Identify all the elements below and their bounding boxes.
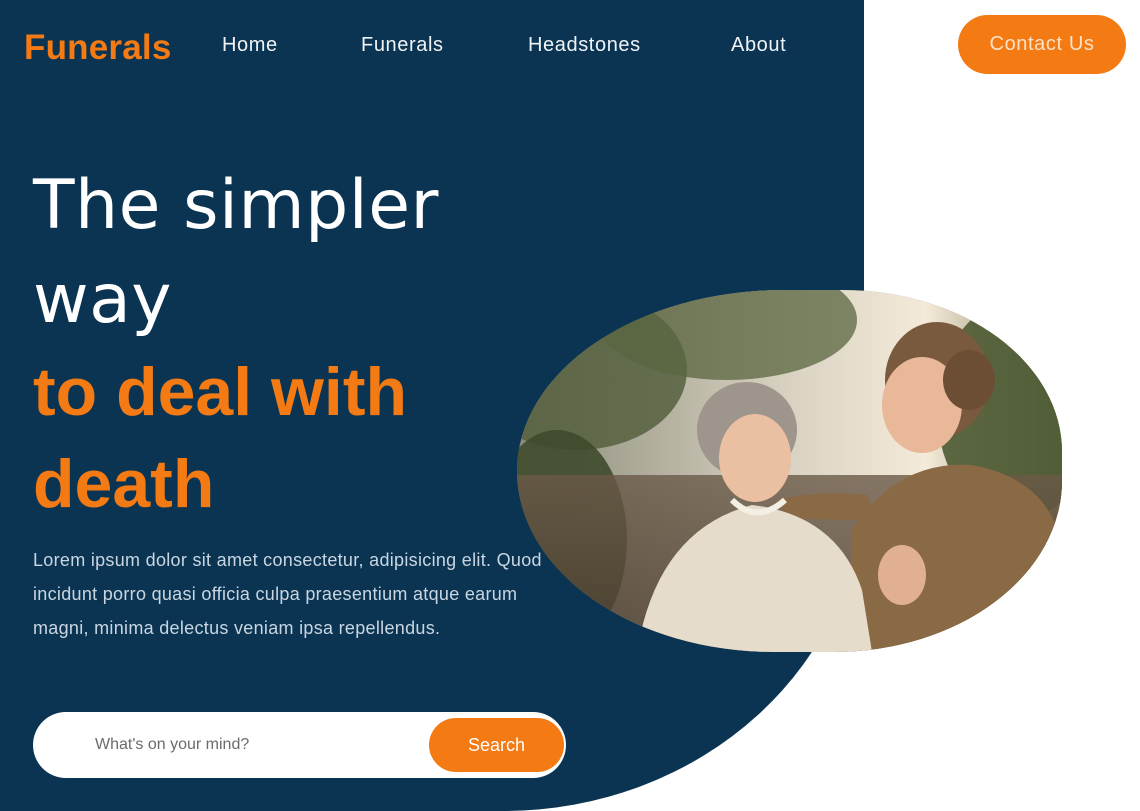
nav-about[interactable]: About: [731, 34, 786, 57]
contact-us-button[interactable]: Contact Us: [958, 15, 1126, 74]
nav-home[interactable]: Home: [222, 34, 278, 57]
search-input[interactable]: [95, 712, 425, 778]
nav-headstones[interactable]: Headstones: [528, 34, 641, 57]
hero-heading-line-4: death: [33, 446, 215, 522]
hero-photo-illustration: [517, 290, 1062, 652]
hero-heading-line-3: to deal with: [33, 354, 407, 430]
search-bar: Search: [33, 712, 566, 778]
hero-heading-line-2: way: [33, 260, 173, 339]
hero-heading-line-1: The simpler: [33, 166, 439, 245]
hero-description: Lorem ipsum dolor sit amet consectetur, …: [33, 550, 542, 638]
hero-photo: [517, 290, 1062, 652]
search-button[interactable]: Search: [429, 718, 564, 772]
brand-logo[interactable]: Funerals: [24, 28, 171, 68]
nav-funerals[interactable]: Funerals: [361, 34, 444, 57]
